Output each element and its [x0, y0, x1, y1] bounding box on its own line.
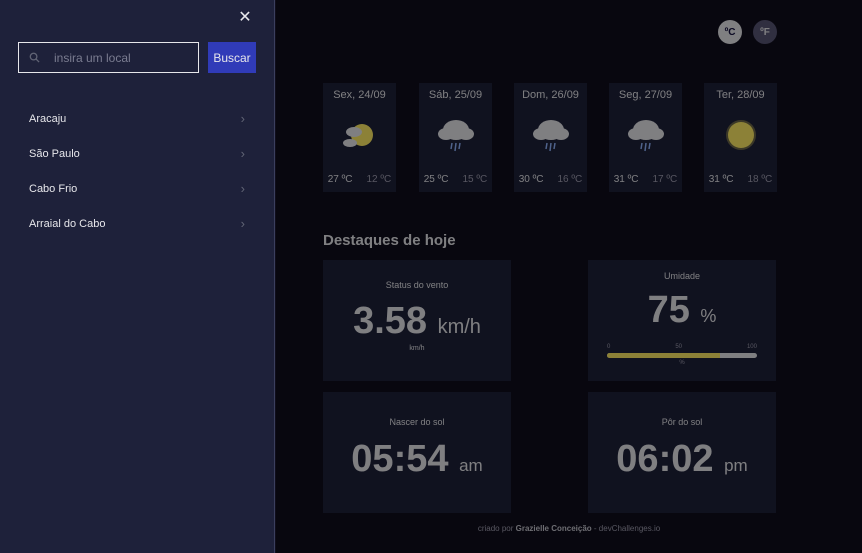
sunset-value-line: 06:02 pm: [588, 438, 776, 481]
wind-card: Status do vento 3.58 km/h km/h: [323, 260, 511, 381]
search-sidebar: ✕ Buscar Aracaju › São Paulo › Cabo Frio…: [0, 0, 275, 553]
forecast-min: 15 ºC: [462, 174, 488, 185]
search-button[interactable]: Buscar: [208, 42, 256, 73]
forecast-card: Sex, 24/09 27 ºC 12 ºC: [323, 83, 396, 192]
partly-cloudy-icon: [342, 124, 373, 147]
humidity-scale-mid: 50: [675, 344, 682, 350]
chevron-right-icon: ›: [240, 181, 245, 196]
celsius-button[interactable]: ºC: [718, 20, 742, 44]
sunrise-card: Nascer do sol 05:54 am: [323, 392, 511, 513]
search-input[interactable]: [54, 50, 194, 65]
sunrise-value-line: 05:54 am: [323, 438, 511, 481]
sunset-unit: pm: [724, 456, 748, 475]
footer-prefix: criado por: [477, 524, 514, 533]
search-icon: [29, 52, 40, 63]
forecast-card: Ter, 28/09 31 ºC 18 ºC: [704, 83, 777, 192]
location-label: São Paulo: [29, 147, 80, 160]
location-label: Aracaju: [29, 112, 67, 125]
highlights-title: Destaques de hoje: [323, 232, 456, 249]
wind-value: 3.58: [353, 300, 428, 342]
search-box: [18, 42, 199, 73]
sunset-label: Pôr do sol: [661, 417, 703, 427]
location-label: Arraial do Cabo: [29, 217, 106, 230]
chevron-right-icon: ›: [240, 216, 245, 231]
sunset-card: Pôr do sol 06:02 pm: [588, 392, 776, 513]
chevron-right-icon: ›: [240, 111, 245, 126]
location-item[interactable]: Cabo Frio ›: [0, 171, 275, 206]
humidity-bar: 0 50 100 %: [607, 344, 757, 366]
wind-sub-unit: km/h: [409, 345, 425, 352]
forecast-date: Sex, 24/09: [333, 89, 386, 101]
wind-value-line: 3.58 km/h: [323, 300, 511, 343]
footer-suffix: - devChallenges.io: [593, 524, 661, 533]
location-list: Aracaju › São Paulo › Cabo Frio › Arraia…: [0, 101, 275, 241]
humidity-bar-track: [607, 353, 757, 358]
wind-label: Status do vento: [385, 280, 449, 290]
sun-icon: [725, 120, 756, 150]
main-panel: ºC ºF Sex, 24/09 27 ºC 12 ºC Sáb, 25/09: [276, 0, 862, 553]
sunset-value: 06:02: [616, 438, 714, 480]
forecast-max: 31 ºC: [708, 174, 734, 185]
forecast-min: 17 ºC: [652, 174, 678, 185]
forecast-card: Sáb, 25/09 25 ºC 15 ºC: [419, 83, 492, 192]
forecast-date: Seg, 27/09: [618, 89, 673, 101]
forecast-date: Ter, 28/09: [716, 89, 765, 101]
wind-unit: km/h: [437, 316, 481, 338]
humidity-scale-min: 0: [607, 344, 611, 350]
location-item[interactable]: São Paulo ›: [0, 136, 275, 171]
location-item[interactable]: Aracaju ›: [0, 101, 275, 136]
humidity-scale-unit: %: [679, 360, 685, 366]
close-icon[interactable]: ✕: [236, 9, 254, 27]
humidity-value: 75: [647, 289, 690, 331]
humidity-label: Umidade: [663, 271, 701, 281]
humidity-value-line: 75 %: [588, 289, 776, 332]
humidity-card: Umidade 75 % 0 50 100 %: [588, 260, 776, 381]
rain-cloud-icon: [627, 120, 664, 152]
forecast-min: 18 ºC: [747, 174, 773, 185]
forecast-min: 16 ºC: [557, 174, 583, 185]
forecast-max: 31 ºC: [613, 174, 639, 185]
sunrise-label: Nascer do sol: [389, 417, 445, 427]
footer-author: Grazielle Conceição: [515, 524, 592, 533]
forecast-max: 25 ºC: [423, 174, 449, 185]
humidity-bar-fill: [607, 353, 720, 358]
forecast-date: Sáb, 25/09: [428, 89, 483, 101]
fahrenheit-button[interactable]: ºF: [753, 20, 777, 44]
rain-cloud-icon: [532, 120, 569, 152]
sunrise-value: 05:54: [351, 438, 449, 480]
forecast-card: Seg, 27/09 31 ºC 17 ºC: [609, 83, 682, 192]
location-item[interactable]: Arraial do Cabo ›: [0, 206, 275, 241]
forecast-max: 27 ºC: [327, 174, 353, 185]
forecast-max: 30 ºC: [518, 174, 544, 185]
humidity-scale-max: 100: [746, 344, 757, 350]
sunrise-unit: am: [459, 456, 483, 475]
forecast-min: 12 ºC: [366, 174, 392, 185]
forecast-card: Dom, 26/09 30 ºC 16 ºC: [514, 83, 587, 192]
forecast-date: Dom, 26/09: [522, 89, 579, 101]
chevron-right-icon: ›: [240, 146, 245, 161]
rain-cloud-icon: [437, 120, 474, 152]
footer-credit: criado por Grazielle Conceição - devChal…: [276, 524, 862, 533]
humidity-unit: %: [700, 306, 717, 326]
location-label: Cabo Frio: [29, 182, 78, 195]
